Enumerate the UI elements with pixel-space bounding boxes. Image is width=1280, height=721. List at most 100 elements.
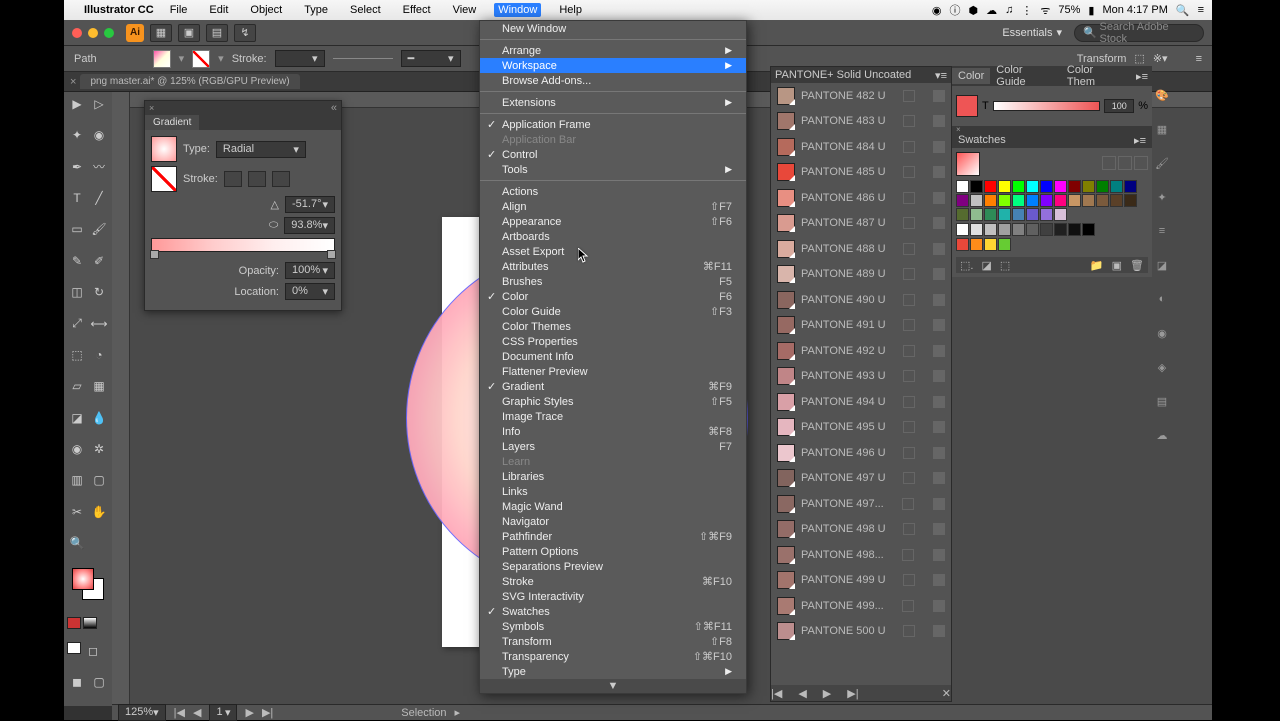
menu-item-document-info[interactable]: Document Info xyxy=(480,349,746,364)
menu-extras-icon[interactable]: ≡ xyxy=(1198,4,1204,16)
pantone-row[interactable]: PANTONE 498... xyxy=(771,542,951,568)
symbols-panel-icon[interactable]: ✦ xyxy=(1153,188,1171,206)
swatch-cell[interactable] xyxy=(956,223,969,236)
pantone-row[interactable]: PANTONE 482 U xyxy=(771,83,951,109)
pencil-tool[interactable]: ✐ xyxy=(88,251,110,271)
window-close[interactable] xyxy=(72,28,82,38)
panel-close-icon[interactable]: × xyxy=(149,103,154,113)
pantone-row[interactable]: PANTONE 487 U xyxy=(771,211,951,237)
tab-color[interactable]: Color xyxy=(952,68,990,84)
nav-last-icon[interactable]: ▶| xyxy=(262,706,273,719)
panel-collapse-icon[interactable]: « xyxy=(331,102,337,114)
swatch-cell[interactable] xyxy=(1040,223,1053,236)
rectangle-tool[interactable]: ▭ xyxy=(66,219,88,239)
menu-item-pathfinder[interactable]: Pathfinder⇧⌘F9 xyxy=(480,529,746,544)
free-transform-tool[interactable]: ⬚ xyxy=(66,345,88,365)
delete-icon[interactable]: 🗑 xyxy=(1130,259,1144,272)
menu-item-asset-export[interactable]: Asset Export xyxy=(480,244,746,259)
panel-menu-icon[interactable]: ▸≡ xyxy=(1134,134,1146,147)
fill-stroke-indicator[interactable] xyxy=(70,566,106,602)
pantone-row[interactable]: PANTONE 494 U xyxy=(771,389,951,415)
menu-item-transform[interactable]: Transform⇧F8 xyxy=(480,634,746,649)
menu-item-color[interactable]: ✓ColorF6 xyxy=(480,289,746,304)
list-view-icon[interactable] xyxy=(1102,156,1116,170)
app-name[interactable]: Illustrator CC xyxy=(84,4,154,16)
zoom-tool[interactable]: 🔍 xyxy=(66,533,88,553)
nav-first-icon[interactable]: |◀ xyxy=(174,706,185,719)
nav-next-icon[interactable]: ▶ xyxy=(823,687,831,700)
swatch-cell[interactable] xyxy=(1096,180,1109,193)
draw-normal[interactable]: ◻ xyxy=(82,641,104,661)
gradient-preview[interactable] xyxy=(151,136,177,162)
stroke-panel-icon[interactable]: ≡ xyxy=(1153,222,1171,240)
menu-item-new-window[interactable]: New Window xyxy=(480,21,746,36)
swatch-cell[interactable] xyxy=(984,194,997,207)
gradient-tool[interactable]: ◪ xyxy=(66,408,88,428)
swatch-cell[interactable] xyxy=(1124,194,1137,207)
new-group-icon[interactable]: 📁 xyxy=(1090,259,1104,272)
pantone-row[interactable]: PANTONE 486 U xyxy=(771,185,951,211)
menu-scroll-down[interactable]: ▼ xyxy=(480,679,746,693)
direct-selection-tool[interactable]: ▷ xyxy=(88,94,110,114)
swatch-cell[interactable] xyxy=(1026,223,1039,236)
nav-prev-icon[interactable]: ◀ xyxy=(193,706,201,719)
menu-help[interactable]: Help xyxy=(555,3,586,17)
menu-item-navigator[interactable]: Navigator xyxy=(480,514,746,529)
pantone-row[interactable]: PANTONE 491 U xyxy=(771,313,951,339)
creative-cloud-icon[interactable]: ☁ xyxy=(986,4,997,17)
scale-tool[interactable]: ⤢ xyxy=(66,314,88,334)
menu-window[interactable]: Window xyxy=(494,3,541,17)
menu-item-layers[interactable]: LayersF7 xyxy=(480,439,746,454)
stroke-style[interactable] xyxy=(333,58,393,59)
menu-item-brushes[interactable]: BrushesF5 xyxy=(480,274,746,289)
layers-panel-icon[interactable]: ▤ xyxy=(1153,392,1171,410)
menu-item-attributes[interactable]: Attributes⌘F11 xyxy=(480,259,746,274)
battery-icon[interactable]: ▮ xyxy=(1088,4,1094,17)
menu-item-stroke[interactable]: Stroke⌘F10 xyxy=(480,574,746,589)
perspective-tool[interactable]: ▱ xyxy=(66,376,88,396)
width-tool[interactable]: ⟷ xyxy=(88,314,110,334)
swatch-cell[interactable] xyxy=(1040,180,1053,193)
swatch-cell[interactable] xyxy=(1026,194,1039,207)
swatch-cell[interactable] xyxy=(956,208,969,221)
prefs-icon[interactable]: ↯ xyxy=(234,24,256,42)
menu-object[interactable]: Object xyxy=(246,3,286,17)
menu-edit[interactable]: Edit xyxy=(205,3,232,17)
eyedropper-tool[interactable]: 💧 xyxy=(88,408,110,428)
swatch-cell[interactable] xyxy=(1110,194,1123,207)
swatch-cell[interactable] xyxy=(1012,208,1025,221)
swatch-cell[interactable] xyxy=(1054,223,1067,236)
swatch-cell[interactable] xyxy=(1012,223,1025,236)
menu-item-type[interactable]: Type▶ xyxy=(480,664,746,679)
pantone-row[interactable]: PANTONE 490 U xyxy=(771,287,951,313)
paintbrush-tool[interactable]: 🖌 xyxy=(88,219,110,239)
menu-item-css-properties[interactable]: CSS Properties xyxy=(480,334,746,349)
menu-file[interactable]: File xyxy=(166,3,192,17)
symbol-sprayer-tool[interactable]: ✲ xyxy=(88,439,110,459)
pantone-row[interactable]: PANTONE 499 U xyxy=(771,568,951,594)
clock[interactable]: Mon 4:17 PM xyxy=(1102,4,1167,16)
menu-effect[interactable]: Effect xyxy=(399,3,435,17)
slice-tool[interactable]: ✂ xyxy=(66,502,88,522)
menu-item-svg-interactivity[interactable]: SVG Interactivity xyxy=(480,589,746,604)
gradient-stop-start[interactable] xyxy=(150,250,159,259)
swatch-cell[interactable] xyxy=(1012,180,1025,193)
pantone-row[interactable]: PANTONE 496 U xyxy=(771,440,951,466)
headphones-icon[interactable]: ♫ xyxy=(1005,4,1013,16)
menu-item-align[interactable]: Align⇧F7 xyxy=(480,199,746,214)
curvature-tool[interactable]: 〰 xyxy=(88,157,110,177)
tint-slider[interactable] xyxy=(993,101,1100,111)
dropbox-icon[interactable]: ⬢ xyxy=(968,4,978,17)
menu-item-control[interactable]: ✓Control xyxy=(480,147,746,162)
pen-tool[interactable]: ✒ xyxy=(66,157,88,177)
none-mode[interactable] xyxy=(67,642,81,654)
graphic-styles-panel-icon[interactable]: ◈ xyxy=(1153,358,1171,376)
menu-item-libraries[interactable]: Libraries xyxy=(480,469,746,484)
mesh-tool[interactable]: ▦ xyxy=(88,376,110,396)
chevron-down-icon[interactable]: ▾ xyxy=(1056,26,1062,39)
new-swatch-icon[interactable]: ▣ xyxy=(1112,259,1122,272)
close-icon[interactable]: ✕ xyxy=(942,687,951,700)
window-zoom[interactable] xyxy=(104,28,114,38)
info-icon[interactable]: ⓘ xyxy=(949,2,960,18)
swatch-cell[interactable] xyxy=(984,180,997,193)
